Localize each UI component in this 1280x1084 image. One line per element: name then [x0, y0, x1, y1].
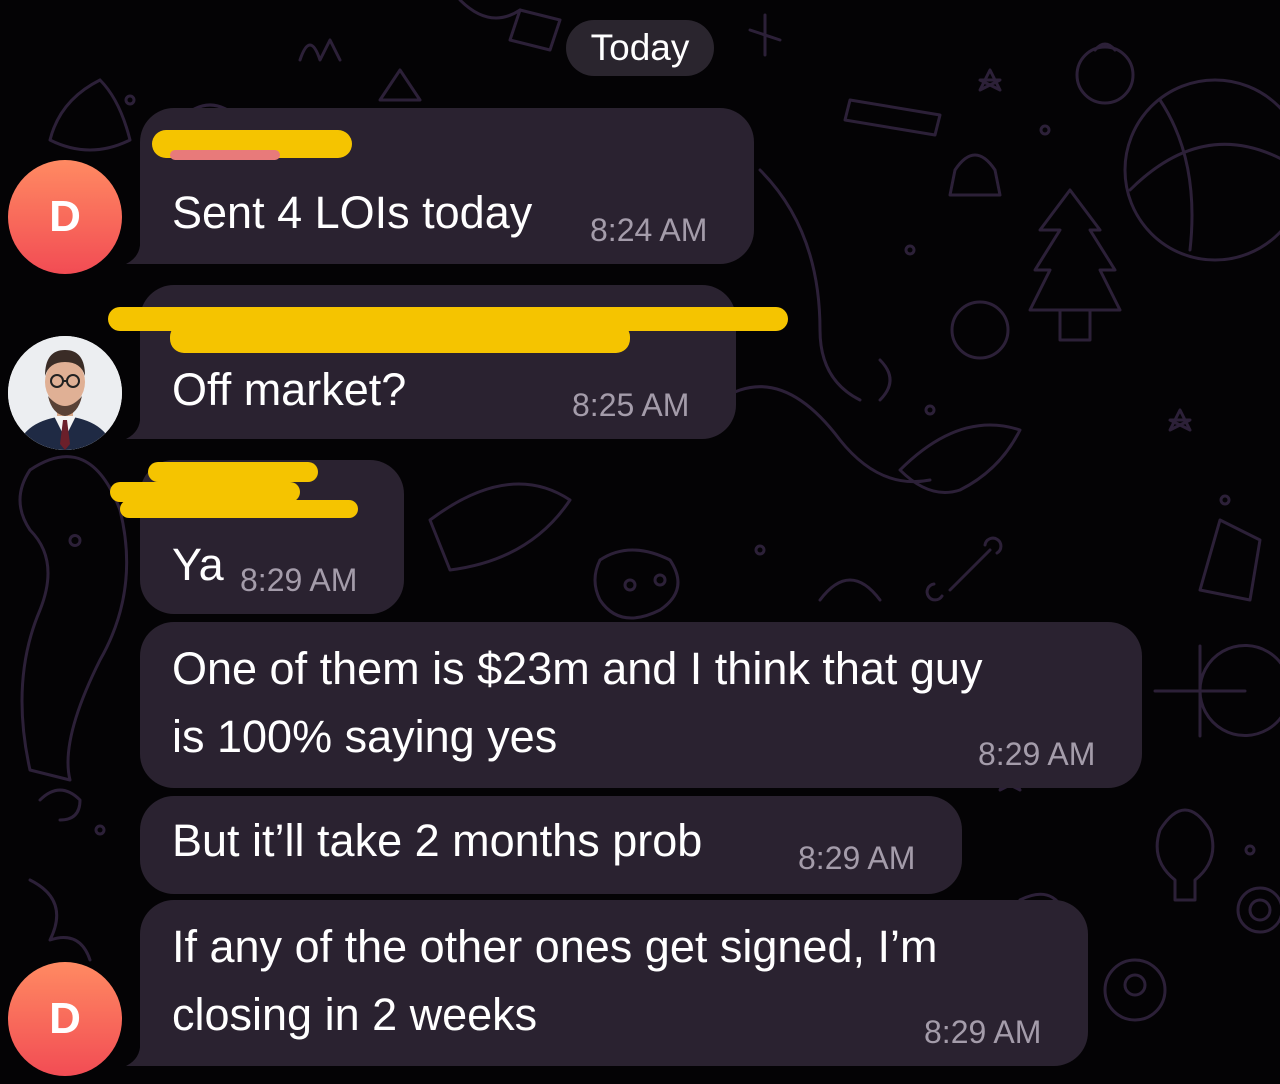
message-text: Sent 4 LOIs today	[172, 187, 533, 238]
message-bubble[interactable]: Ya 8:29 AM	[110, 460, 404, 614]
message-bubble[interactable]: One of them is $23m and I think that guy…	[140, 622, 1142, 788]
message-timestamp: 8:29 AM	[798, 840, 916, 876]
date-divider: Today	[566, 20, 714, 76]
message-timestamp: 8:29 AM	[924, 1014, 1042, 1050]
message-text: Off market?	[172, 364, 407, 415]
message-bubble[interactable]: But it’ll take 2 months prob 8:29 AM	[140, 796, 962, 894]
bubble-tail	[126, 238, 154, 264]
bubble-tail	[126, 413, 154, 439]
message-timestamp: 8:24 AM	[590, 212, 708, 248]
scribble-redaction	[170, 150, 280, 160]
avatar-initial[interactable]: D	[8, 160, 122, 274]
scribble-redaction	[110, 482, 300, 502]
scribble-redaction	[120, 500, 358, 518]
message-timestamp: 8:29 AM	[240, 562, 358, 598]
message-timestamp: 8:29 AM	[978, 736, 1096, 772]
avatar-initial[interactable]: D	[8, 962, 122, 1076]
avatar-photo[interactable]	[8, 336, 122, 450]
message-text: But it’ll take 2 months prob	[172, 815, 703, 866]
message-timestamp: 8:25 AM	[572, 387, 690, 423]
redacted-sender-name	[148, 462, 318, 482]
chat-view: Today D Sent 4 LOIs today 8:24 AM Off ma…	[0, 0, 1280, 1084]
message-text-line: is 100% saying yes	[172, 711, 558, 762]
message-text: Ya	[172, 539, 224, 590]
scribble-redaction	[170, 323, 630, 353]
message-text-line: closing in 2 weeks	[172, 989, 538, 1040]
message-text-line: One of them is $23m and I think that guy	[172, 643, 983, 694]
message-text-line: If any of the other ones get signed, I’m	[172, 921, 938, 972]
message-bubble[interactable]: Sent 4 LOIs today 8:24 AM	[126, 108, 754, 264]
message-bubble[interactable]: If any of the other ones get signed, I’m…	[126, 900, 1088, 1066]
message-bubble[interactable]: Off market? 8:25 AM	[108, 285, 788, 439]
bubble-tail	[126, 1040, 154, 1066]
profile-photo-icon	[8, 336, 122, 450]
